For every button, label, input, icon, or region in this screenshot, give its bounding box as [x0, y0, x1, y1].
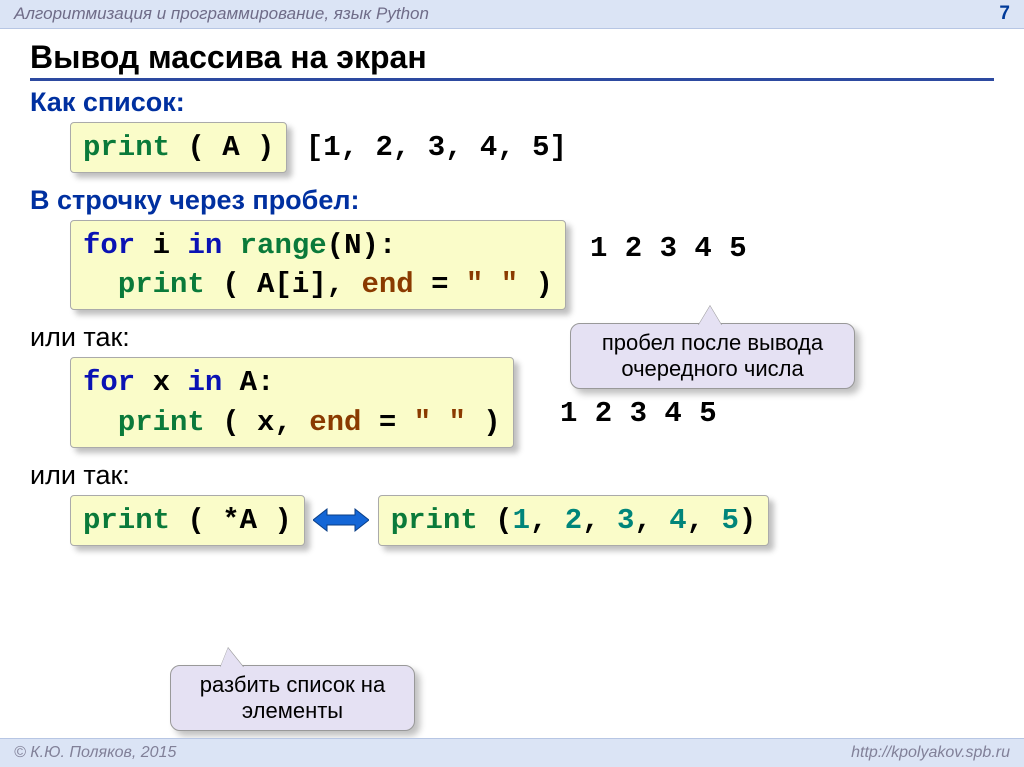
tok-in: in	[187, 229, 222, 262]
callout-text2: разбить список на элементы	[200, 672, 385, 723]
token-print: print	[83, 131, 170, 164]
heading-as-list: Как список:	[30, 87, 994, 118]
code-print-a: print ( A )	[70, 122, 287, 173]
token-rest: ( A )	[170, 131, 274, 164]
code-for-range: for i in range(N): print ( A[i], end = "…	[70, 220, 566, 310]
callout-split-list: разбить список на элементы	[170, 665, 415, 731]
tok-range-arg: (N):	[327, 229, 397, 262]
tok-open4: (	[478, 504, 513, 537]
tok-close2: )	[466, 406, 501, 439]
tok-args: ( A[i],	[205, 268, 362, 301]
tok-indent	[83, 268, 118, 301]
tok-c1: ,	[530, 504, 565, 537]
tok-c4: ,	[687, 504, 722, 537]
output-row2: 1 2 3 4 5	[560, 397, 717, 430]
tok-n3: 3	[617, 504, 634, 537]
tok-eq2: =	[361, 406, 413, 439]
code-print-nums: print (1, 2, 3, 4, 5)	[378, 495, 770, 546]
tok-indent2	[83, 406, 118, 439]
tok-i: i	[135, 229, 187, 262]
tok-for2: for	[83, 366, 135, 399]
course-title: Алгоритмизация и программирование, язык …	[14, 4, 429, 24]
footer-url: http://kpolyakov.spb.ru	[851, 744, 1010, 762]
tok-sp	[222, 229, 239, 262]
tok-end: end	[361, 268, 413, 301]
tok-n1: 1	[513, 504, 530, 537]
tok-close4: )	[739, 504, 756, 537]
tok-str: " "	[466, 268, 518, 301]
slide-footer: © К.Ю. Поляков, 2015 http://kpolyakov.sp…	[0, 738, 1024, 767]
tok-close: )	[518, 268, 553, 301]
callout-tail2-icon	[220, 648, 244, 668]
tok-c3: ,	[634, 504, 669, 537]
tok-range: range	[240, 229, 327, 262]
tok-for: for	[83, 229, 135, 262]
tok-starA: ( *A )	[170, 504, 292, 537]
tok-eq: =	[414, 268, 466, 301]
tok-print: print	[118, 268, 205, 301]
tok-n2: 2	[565, 504, 582, 537]
slide-body: Как список: print ( A ) [1, 2, 3, 4, 5] …	[30, 87, 994, 546]
tok-c2: ,	[582, 504, 617, 537]
code-print-star: print ( *A )	[70, 495, 305, 546]
tok-n4: 4	[669, 504, 686, 537]
heading-as-row: В строчку через пробел:	[30, 185, 994, 216]
output-list: [1, 2, 3, 4, 5]	[306, 131, 567, 164]
slide-header: Алгоритмизация и программирование, язык …	[0, 0, 1024, 29]
tok-print3: print	[83, 504, 170, 537]
double-arrow-icon	[313, 506, 369, 534]
tok-print4: print	[391, 504, 478, 537]
tok-A: A:	[222, 366, 274, 399]
tok-n5: 5	[721, 504, 738, 537]
tok-end2: end	[309, 406, 361, 439]
tok-str2: " "	[414, 406, 466, 439]
callout-tail-icon	[698, 306, 722, 326]
code-for-x: for x in A: print ( x, end = " " )	[70, 357, 514, 447]
tok-in2: in	[187, 366, 222, 399]
tok-x: x	[135, 366, 187, 399]
tok-args2: ( x,	[205, 406, 309, 439]
copyright: © К.Ю. Поляков, 2015	[14, 744, 176, 762]
tok-print2: print	[118, 406, 205, 439]
heading-or2: или так:	[30, 460, 994, 491]
page-title: Вывод массива на экран	[30, 39, 994, 81]
page-number: 7	[999, 3, 1010, 25]
output-row1: 1 2 3 4 5	[590, 232, 747, 265]
